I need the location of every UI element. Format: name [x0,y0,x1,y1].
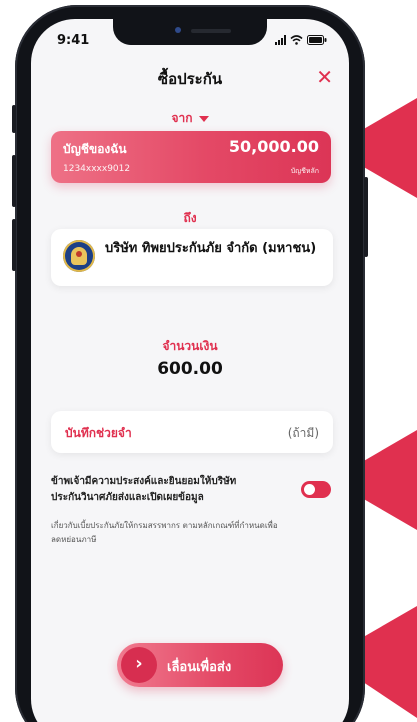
stage: 9:41 ซื้อประกัน ✕ จาก บัญชีของฉัน 50,000… [0,0,417,722]
consent-toggle[interactable] [301,481,331,498]
consent-text: ข้าพเจ้ามีความประสงค์และยินยอมให้บริษัท … [51,476,237,503]
wifi-icon [290,35,303,45]
insurer-logo [63,240,95,272]
side-button-power [364,177,368,257]
status-icons [275,35,327,45]
source-account-card[interactable]: บัญชีของฉัน 50,000.00 1234xxxx9012 บัญชี… [51,131,331,183]
toggle-knob [304,484,315,495]
memo-field[interactable]: บันทึกช่วยจำ (ถ้ามี) [51,411,333,453]
side-button-volume-down [12,219,16,271]
phone-screen: 9:41 ซื้อประกัน ✕ จาก บัญชีของฉัน 50,000… [31,19,349,722]
notch [113,19,267,45]
payee-name: บริษัท ทิพยประกันภัย จำกัด (มหาชน) [105,241,317,256]
side-button-volume-up [12,155,16,207]
memo-label: บันทึกช่วยจำ [65,426,132,440]
amount-label: จำนวนเงิน [162,339,218,353]
chevron-right-icon[interactable]: › [121,647,157,683]
consent-subtext: เกี่ยวกับเบี้ยประกันภัยให้กรมสรรพากร ตาม… [51,521,278,544]
phone-frame: 9:41 ซื้อประกัน ✕ จาก บัญชีของฉัน 50,000… [12,5,368,722]
battery-icon [307,35,327,45]
from-label: จาก [171,111,193,125]
payee-card[interactable]: บริษัท ทิพยประกันภัย จำกัด (มหาชน) [51,229,333,286]
slide-to-send-label: เลื่อนเพื่อส่ง [167,660,232,675]
close-icon[interactable]: ✕ [316,67,333,87]
memo-optional-hint: (ถ้ามี) [287,426,319,440]
account-balance: 50,000.00 [228,137,319,156]
account-name: บัญชีของฉัน [63,142,127,156]
slide-to-send-button[interactable]: › เลื่อนเพื่อส่ง [117,643,283,687]
to-label: ถึง [183,211,197,225]
side-button-mute [12,105,16,133]
from-selector[interactable]: จาก [31,109,349,128]
amount-value: 600.00 [157,359,223,379]
account-tag: บัญชีหลัก [290,167,319,175]
speaker-grille [191,29,231,33]
camera-dot [175,27,181,33]
signal-icon [275,35,286,45]
account-number: 1234xxxx9012 [63,164,131,174]
status-time: 9:41 [57,33,90,48]
caret-down-icon [198,115,209,122]
page-title: ซื้อประกัน [157,70,223,88]
